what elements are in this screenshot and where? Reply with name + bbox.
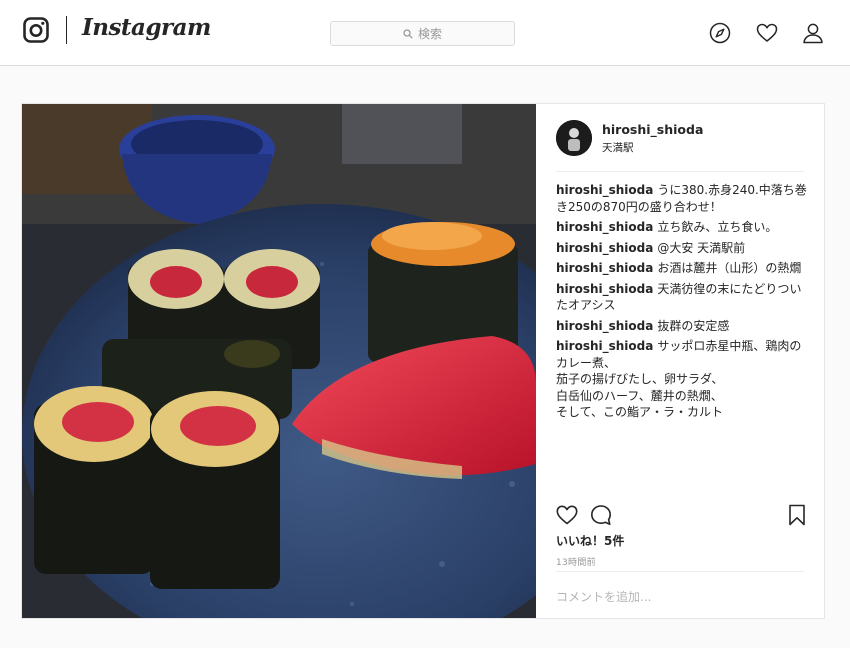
- comment-text: お酒は麓井（山形）の熱燗: [657, 261, 802, 275]
- divider: [556, 171, 804, 172]
- comment-username[interactable]: hiroshi_shioda: [556, 282, 653, 296]
- comment-text: 抜群の安定感: [657, 318, 730, 333]
- like-heart-icon[interactable]: [556, 504, 578, 526]
- sushi-photo-illustration: [22, 104, 536, 618]
- comment-item: hiroshi_shioda 抜群の安定感: [556, 318, 808, 335]
- profile-icon[interactable]: [802, 22, 824, 44]
- top-nav-bar: Instagram 検索: [0, 0, 850, 66]
- comment-username[interactable]: hiroshi_shioda: [556, 319, 653, 333]
- comment-item: hiroshi_shioda サッポロ赤星中瓶、鶏肉のカレー煮、 茄子の揚げびたし…: [556, 338, 808, 421]
- post-location[interactable]: 天満駅: [602, 140, 634, 155]
- comment-text: @大安 天満駅前: [657, 240, 746, 255]
- instagram-camera-icon[interactable]: [23, 17, 49, 43]
- compass-icon[interactable]: [709, 22, 731, 44]
- comment-username[interactable]: hiroshi_shioda: [556, 241, 653, 255]
- post-header: hiroshi_shioda 天満駅: [556, 120, 806, 160]
- author-username[interactable]: hiroshi_shioda: [602, 122, 703, 137]
- comment-username[interactable]: hiroshi_shioda: [556, 261, 653, 275]
- comment-item: hiroshi_shioda 天満彷徨の末にたどりついたオアシス: [556, 281, 808, 314]
- logo-divider: [66, 16, 67, 44]
- comment-text: 立ち飲み、立ち食い。: [657, 220, 778, 234]
- post-card: hiroshi_shioda 天満駅 hiroshi_shioda うに380.赤…: [21, 103, 825, 619]
- comment-item: hiroshi_shioda 立ち飲み、立ち食い。: [556, 219, 808, 236]
- avatar-image: [556, 120, 592, 156]
- comment-item: hiroshi_shioda うに380.赤身240.中落ち巻き250の870円の…: [556, 182, 808, 215]
- post-actions: [556, 504, 806, 528]
- comment-list: hiroshi_shioda うに380.赤身240.中落ち巻き250の870円の…: [556, 182, 808, 425]
- search-icon: [403, 28, 413, 39]
- divider: [556, 571, 804, 572]
- heart-icon[interactable]: [756, 22, 778, 44]
- post-photo[interactable]: [22, 104, 536, 618]
- add-comment-input[interactable]: コメントを追加...: [556, 588, 651, 605]
- comment-item: hiroshi_shioda @大安 天満駅前: [556, 240, 808, 257]
- comment-bubble-icon[interactable]: [590, 504, 612, 526]
- comment-username[interactable]: hiroshi_shioda: [556, 183, 653, 197]
- comment-username[interactable]: hiroshi_shioda: [556, 220, 653, 234]
- comment-username[interactable]: hiroshi_shioda: [556, 339, 653, 353]
- comment-item: hiroshi_shioda お酒は麓井（山形）の熱燗: [556, 260, 808, 277]
- search-placeholder: 検索: [417, 27, 442, 41]
- search-input[interactable]: 検索: [330, 21, 515, 46]
- post-timestamp[interactable]: 13時間前: [556, 555, 596, 568]
- instagram-wordmark[interactable]: Instagram: [82, 14, 211, 41]
- post-sidebar: hiroshi_shioda 天満駅 hiroshi_shioda うに380.赤…: [536, 104, 824, 618]
- like-count[interactable]: いいね！5件: [556, 532, 624, 549]
- author-avatar[interactable]: [556, 120, 592, 156]
- bookmark-icon[interactable]: [786, 504, 808, 526]
